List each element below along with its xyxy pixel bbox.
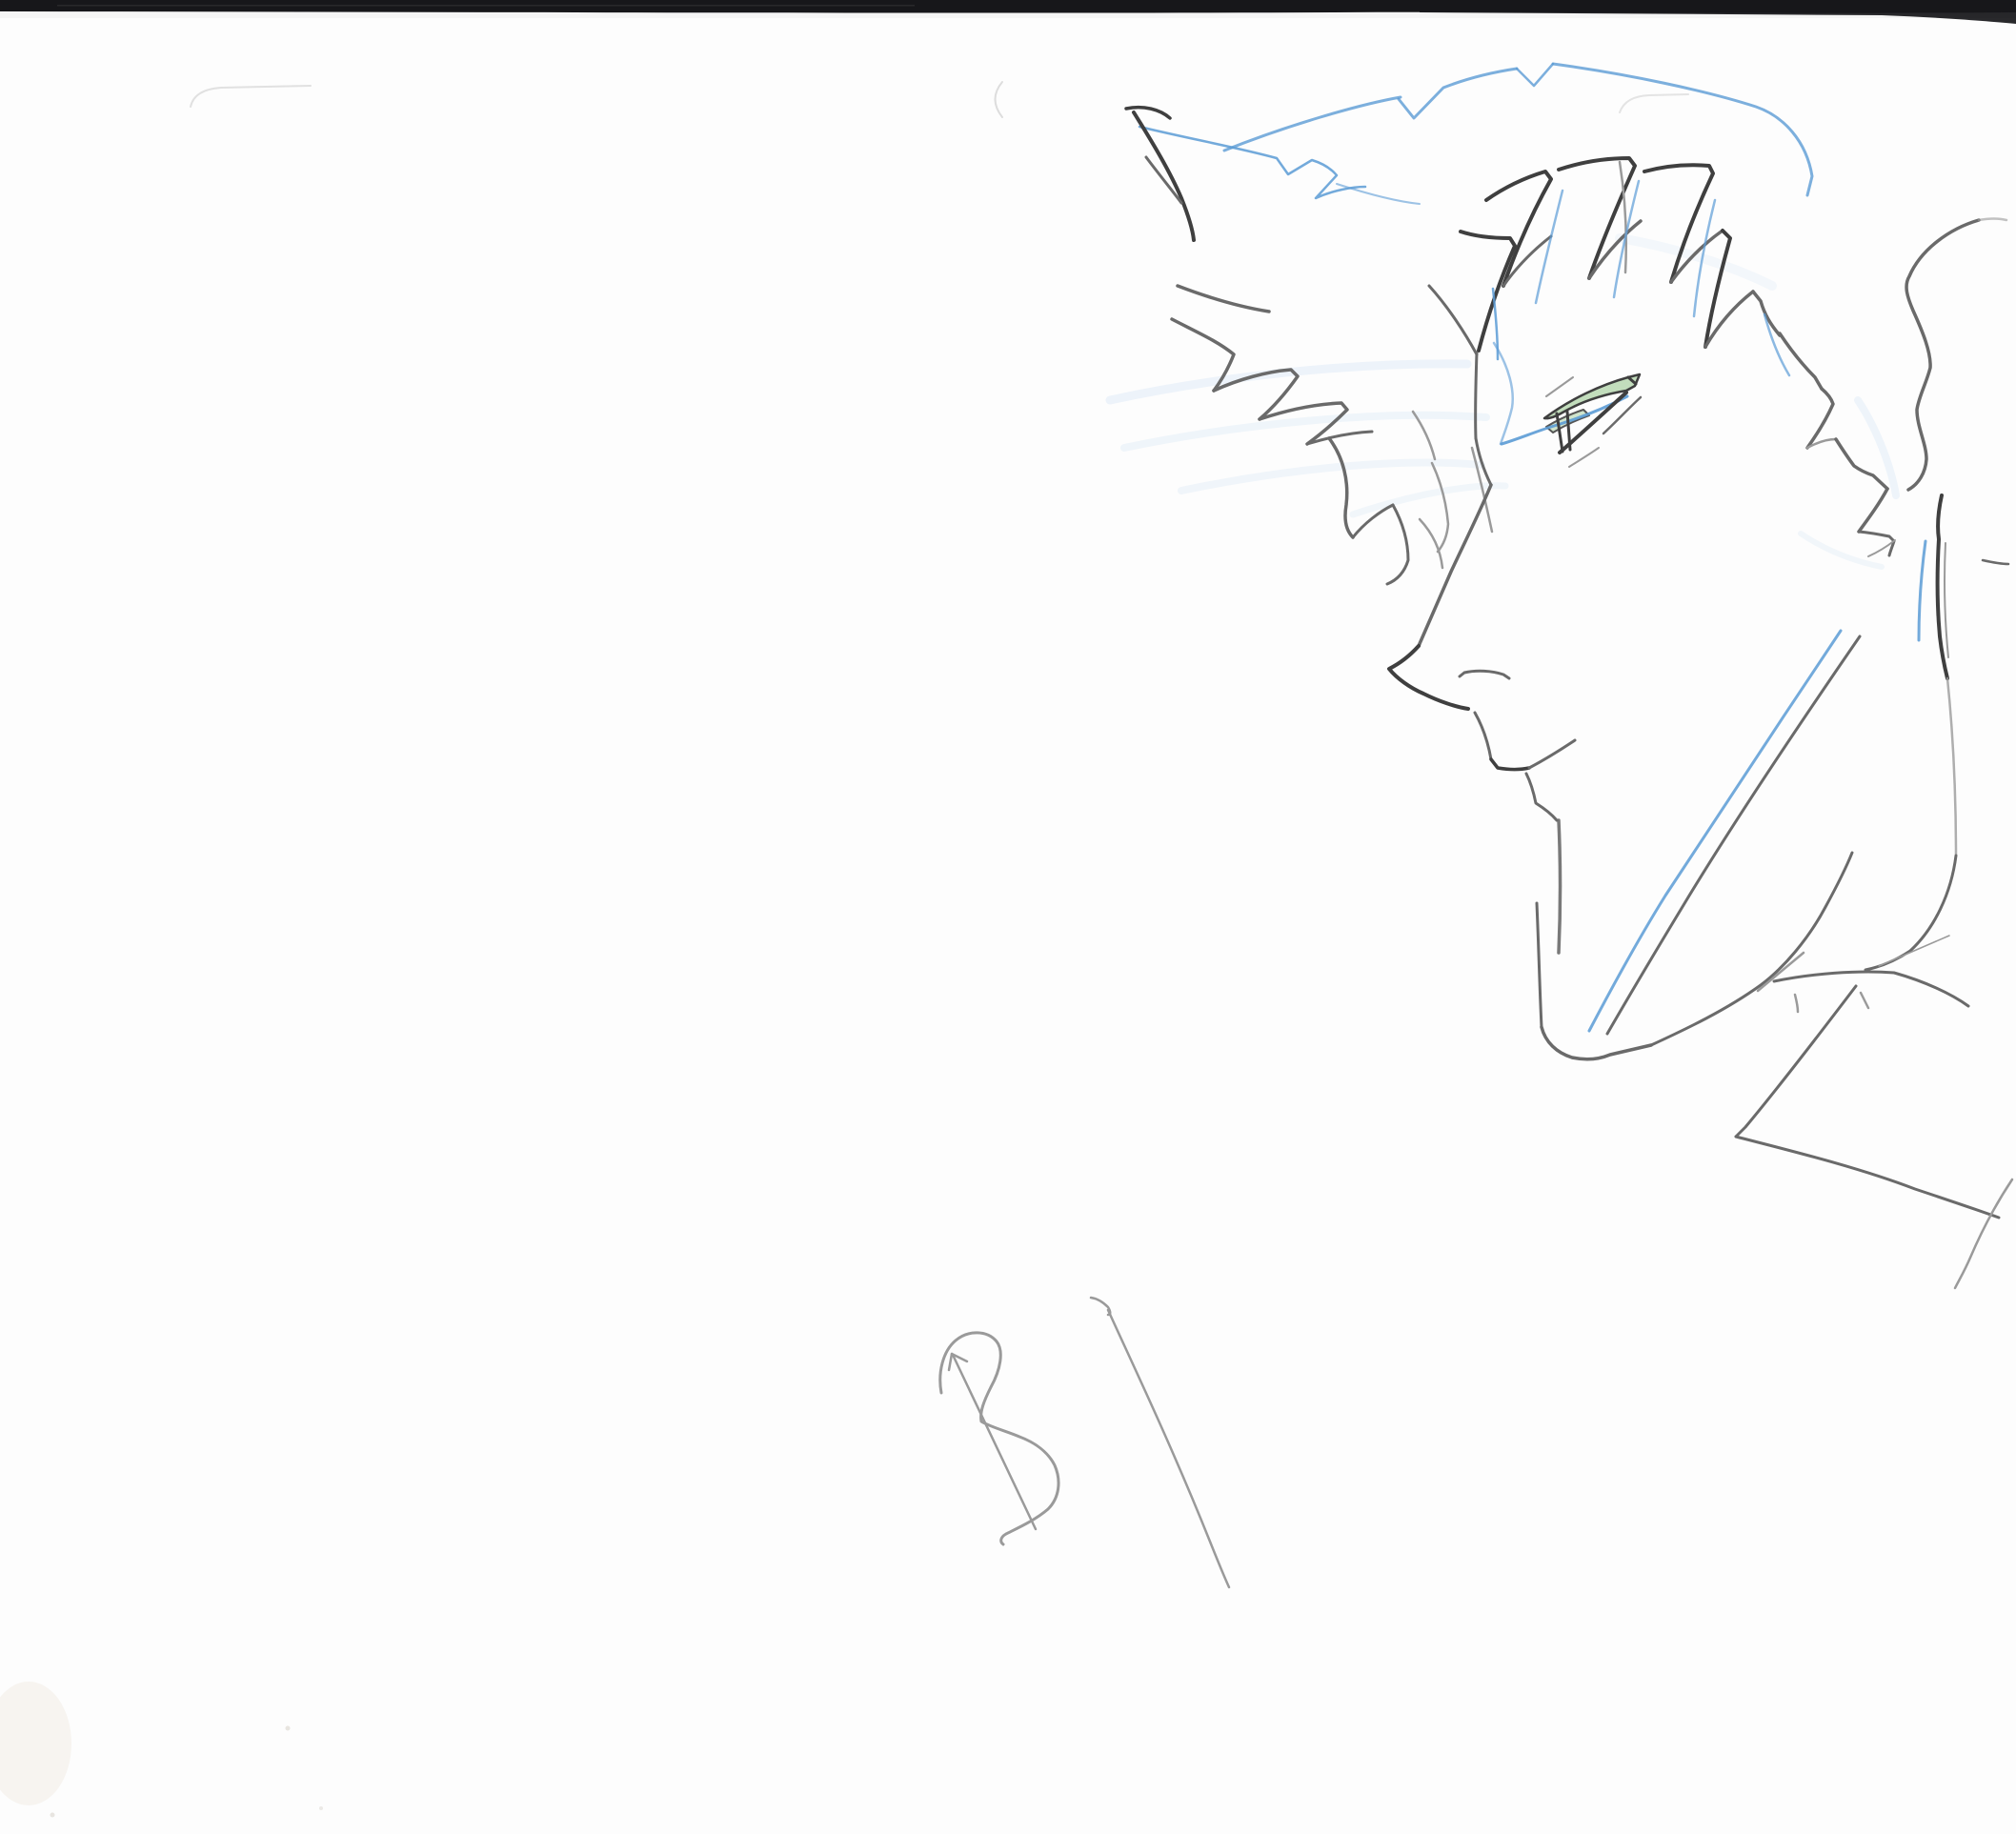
annotation-b1 (940, 1298, 1229, 1587)
hair-graphite-left-spikes (1126, 108, 1477, 584)
paper-smudges (0, 1682, 323, 1818)
peg-hole-artifacts (191, 82, 1688, 117)
eye-strokes (1472, 343, 1641, 532)
shoulder-jacket-strokes (1736, 936, 2012, 1288)
scanner-bar (0, 0, 2016, 24)
side-hair-and-head-outline (1780, 219, 2006, 557)
neck-and-collar-strokes (1537, 495, 2008, 1059)
sketch-canvas (0, 0, 2016, 1834)
hair-blue-construction-lines (1139, 64, 1812, 204)
face-profile-stroke (1389, 353, 1575, 953)
scanned-sketch-page (0, 0, 2016, 1834)
